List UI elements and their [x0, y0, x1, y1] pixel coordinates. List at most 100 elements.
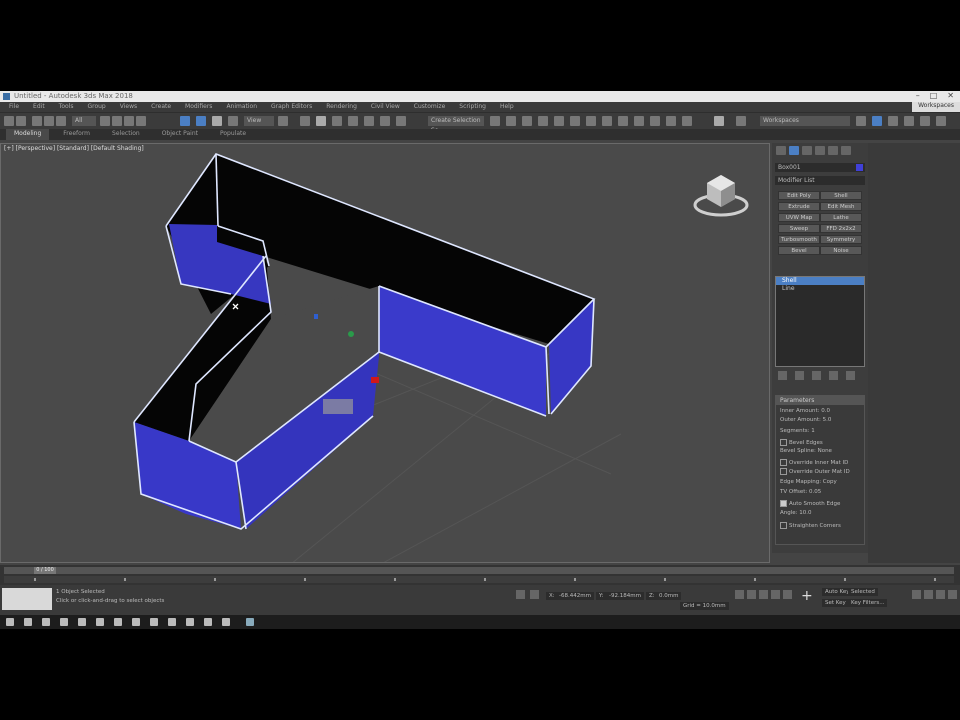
shell-object[interactable]: [133, 153, 596, 530]
override-inner-mat-checkbox[interactable]: [780, 459, 787, 466]
modifier-button-lathe[interactable]: Lathe: [820, 213, 862, 222]
angle-snap-icon[interactable]: [348, 116, 358, 126]
absolute-mode-icon[interactable]: [530, 590, 539, 599]
sign-in-icon[interactable]: [904, 116, 914, 126]
render-production-icon[interactable]: [650, 116, 660, 126]
configure-modifier-sets-icon[interactable]: [846, 371, 855, 380]
edge-mapping-dropdown[interactable]: Copy: [823, 479, 837, 485]
named-selection-set-dropdown[interactable]: Create Selection Se: [428, 116, 484, 134]
user-account-icon[interactable]: [856, 116, 866, 126]
menu-animation[interactable]: Animation: [221, 102, 262, 112]
go-to-start-icon[interactable]: [735, 590, 744, 599]
motion-tab-icon[interactable]: [815, 146, 825, 155]
percent-snap-icon[interactable]: [364, 116, 374, 126]
3ds-max-taskbar-icon[interactable]: [246, 618, 254, 626]
link-icon[interactable]: [32, 116, 42, 126]
mirror-icon[interactable]: [490, 116, 500, 126]
modify-tab-icon[interactable]: [789, 146, 799, 155]
previous-frame-icon[interactable]: [747, 590, 756, 599]
object-color-swatch[interactable]: [856, 164, 863, 171]
time-slider-knob[interactable]: 0 / 100: [34, 567, 56, 574]
modifier-button-uvw-map[interactable]: UVW Map: [778, 213, 820, 222]
go-to-end-icon[interactable]: [783, 590, 792, 599]
track-bar[interactable]: [4, 576, 954, 583]
menu-edit[interactable]: Edit: [28, 102, 50, 112]
menu-help[interactable]: Help: [495, 102, 519, 112]
select-manipulate-icon[interactable]: [300, 116, 310, 126]
collapse-icon[interactable]: [936, 116, 946, 126]
hierarchy-tab-icon[interactable]: [802, 146, 812, 155]
maximize-viewport-icon[interactable]: [948, 590, 957, 599]
pin-stack-icon[interactable]: [778, 371, 787, 380]
menu-graph-editors[interactable]: Graph Editors: [266, 102, 317, 112]
close-button[interactable]: ✕: [947, 91, 954, 100]
viewport-label[interactable]: [+] [Perspective] [Standard] [Default Sh…: [4, 145, 144, 152]
start-menu-icon[interactable]: [6, 618, 14, 626]
select-and-move-icon[interactable]: [180, 116, 190, 126]
a360-gallery-icon[interactable]: [682, 116, 692, 126]
orbit-icon[interactable]: [936, 590, 945, 599]
help-icon[interactable]: [872, 116, 882, 126]
modifier-button-turbosmooth[interactable]: Turbosmooth: [778, 235, 820, 244]
scene-explorer-icon[interactable]: [522, 116, 532, 126]
y-coordinate-field[interactable]: -92.184mm: [606, 592, 644, 600]
display-tab-icon[interactable]: [828, 146, 838, 155]
modifier-button-edit-mesh[interactable]: Edit Mesh: [820, 202, 862, 211]
viewport-layouts-icon[interactable]: [736, 116, 746, 126]
tab-object-paint[interactable]: Object Paint: [154, 129, 206, 140]
edge-browser-icon[interactable]: [60, 618, 68, 626]
modifier-stack[interactable]: Shell Line: [775, 276, 865, 367]
select-and-scale-icon[interactable]: [212, 116, 222, 126]
menu-group[interactable]: Group: [82, 102, 110, 112]
schematic-view-icon[interactable]: [586, 116, 596, 126]
scene-canvas[interactable]: [1, 144, 770, 563]
app-icon[interactable]: [222, 618, 230, 626]
set-key-button[interactable]: Set Key: [822, 599, 849, 607]
x-coordinate-field[interactable]: -68.442mm: [556, 592, 594, 600]
menu-civil-view[interactable]: Civil View: [366, 102, 405, 112]
project-folder-icon[interactable]: [888, 116, 898, 126]
selection-region-icon[interactable]: [124, 116, 134, 126]
app-icon[interactable]: [204, 618, 212, 626]
stack-item-shell[interactable]: Shell: [776, 277, 864, 285]
tab-populate[interactable]: Populate: [212, 129, 254, 140]
modifier-button-bevel[interactable]: Bevel: [778, 246, 820, 255]
modifier-button-shell[interactable]: Shell: [820, 191, 862, 200]
render-in-cloud-icon[interactable]: [666, 116, 676, 126]
key-mode-dropdown[interactable]: Selected: [848, 588, 878, 596]
menu-create[interactable]: Create: [146, 102, 176, 112]
file-explorer-icon[interactable]: [78, 618, 86, 626]
modifier-button-edit-poly[interactable]: Edit Poly: [778, 191, 820, 200]
viewcube-icon[interactable]: [691, 169, 751, 219]
tab-modeling[interactable]: Modeling: [6, 129, 50, 140]
snaps-toggle-icon[interactable]: [332, 116, 342, 126]
modifier-button-noise[interactable]: Noise: [820, 246, 862, 255]
modifier-button-sweep[interactable]: Sweep: [778, 224, 820, 233]
layer-explorer-icon[interactable]: [538, 116, 548, 126]
bind-space-warp-icon[interactable]: [56, 116, 66, 126]
z-coordinate-field[interactable]: 0.0mm: [656, 592, 682, 600]
workspace-selector[interactable]: Workspaces: [760, 116, 850, 126]
window-crossing-icon[interactable]: [136, 116, 146, 126]
selection-filter-dropdown[interactable]: All: [72, 116, 96, 126]
add-time-tag-icon[interactable]: +: [801, 589, 813, 603]
parameters-header[interactable]: Parameters: [776, 396, 864, 405]
show-end-result-icon[interactable]: [795, 371, 804, 380]
make-unique-icon[interactable]: [812, 371, 821, 380]
menu-scripting[interactable]: Scripting: [454, 102, 491, 112]
menu-views[interactable]: Views: [115, 102, 142, 112]
modifier-button-ffd[interactable]: FFD 2x2x2: [820, 224, 862, 233]
maxscript-listener[interactable]: [2, 588, 52, 610]
curve-editor-icon[interactable]: [570, 116, 580, 126]
mail-icon[interactable]: [114, 618, 122, 626]
photoshop-icon[interactable]: [150, 618, 158, 626]
lock-selection-icon[interactable]: [516, 590, 525, 599]
select-and-rotate-icon[interactable]: [196, 116, 206, 126]
app-icon[interactable]: [168, 618, 176, 626]
redo-icon[interactable]: [16, 116, 26, 126]
stack-item-line[interactable]: Line: [776, 285, 864, 293]
perspective-viewport[interactable]: [+] [Perspective] [Standard] [Default Sh…: [0, 143, 770, 563]
menu-customize[interactable]: Customize: [409, 102, 451, 112]
play-icon[interactable]: [759, 590, 768, 599]
utilities-tab-icon[interactable]: [841, 146, 851, 155]
